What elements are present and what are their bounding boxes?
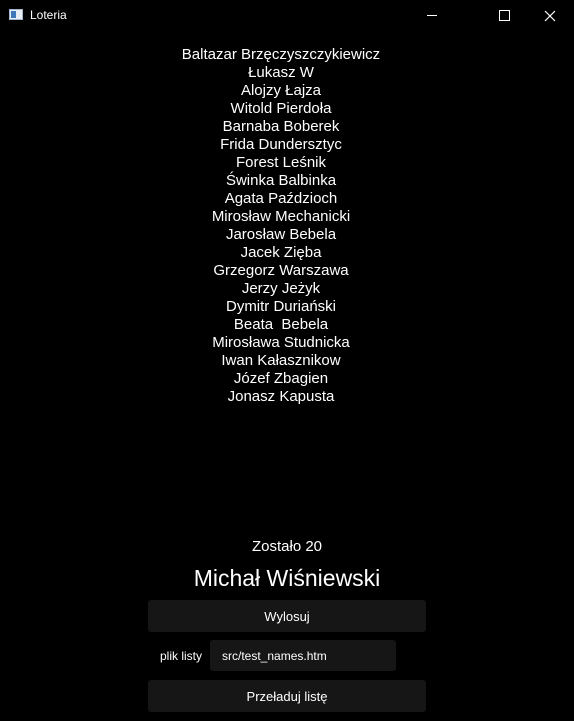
window-title: Loteria [30, 8, 67, 22]
title-bar: Loteria [0, 0, 574, 31]
list-item: Frida Dundersztyc [220, 136, 342, 153]
list-item: Józef Zbagien [233, 370, 329, 387]
list-item: Grzegorz Warszawa [213, 262, 349, 279]
list-item: Beata Bebela [233, 316, 329, 333]
file-label: plik listy [160, 649, 203, 663]
list-item: Dymitr Duriański [225, 298, 336, 315]
list-item: Jarosław Bebela [225, 226, 337, 243]
list-item: Jerzy Jeżyk [241, 280, 321, 297]
app-icon [9, 9, 23, 20]
close-button[interactable] [527, 0, 573, 31]
list-item: Jacek Zięba [240, 244, 322, 261]
close-icon [544, 10, 556, 21]
names-list: Baltazar Brzęczyszczykiewicz Łukasz W Al… [0, 46, 562, 406]
list-item: Barnaba Boberek [222, 118, 340, 135]
list-item: Łukasz W [248, 64, 314, 81]
list-item: Mirosław Mechanicki [211, 208, 351, 225]
list-item: Mirosława Studnicka [212, 334, 350, 351]
list-item: Iwan Kałasznikow [221, 352, 341, 369]
list-item: Agata Paździoch [224, 190, 338, 207]
list-item: Jonasz Kapusta [227, 388, 335, 405]
list-item: Świnka Balbinka [225, 172, 337, 189]
remaining-count: Zostało 20 [251, 538, 323, 555]
winner-name: Michał Wiśniewski [193, 565, 381, 591]
list-item: Alojzy Łajza [240, 82, 322, 99]
reload-list-button[interactable]: Przeładuj listę [148, 680, 426, 712]
maximize-icon [498, 10, 510, 21]
minimize-button[interactable] [409, 0, 455, 31]
list-item: Baltazar Brzęczyszczykiewicz [181, 46, 381, 63]
maximize-button[interactable] [481, 0, 527, 31]
list-item: Forest Leśnik [235, 154, 327, 171]
draw-button[interactable]: Wylosuj [148, 600, 426, 632]
minimize-icon [427, 15, 437, 16]
list-item: Witold Pierdoła [230, 100, 332, 117]
file-path-input[interactable] [210, 640, 396, 671]
